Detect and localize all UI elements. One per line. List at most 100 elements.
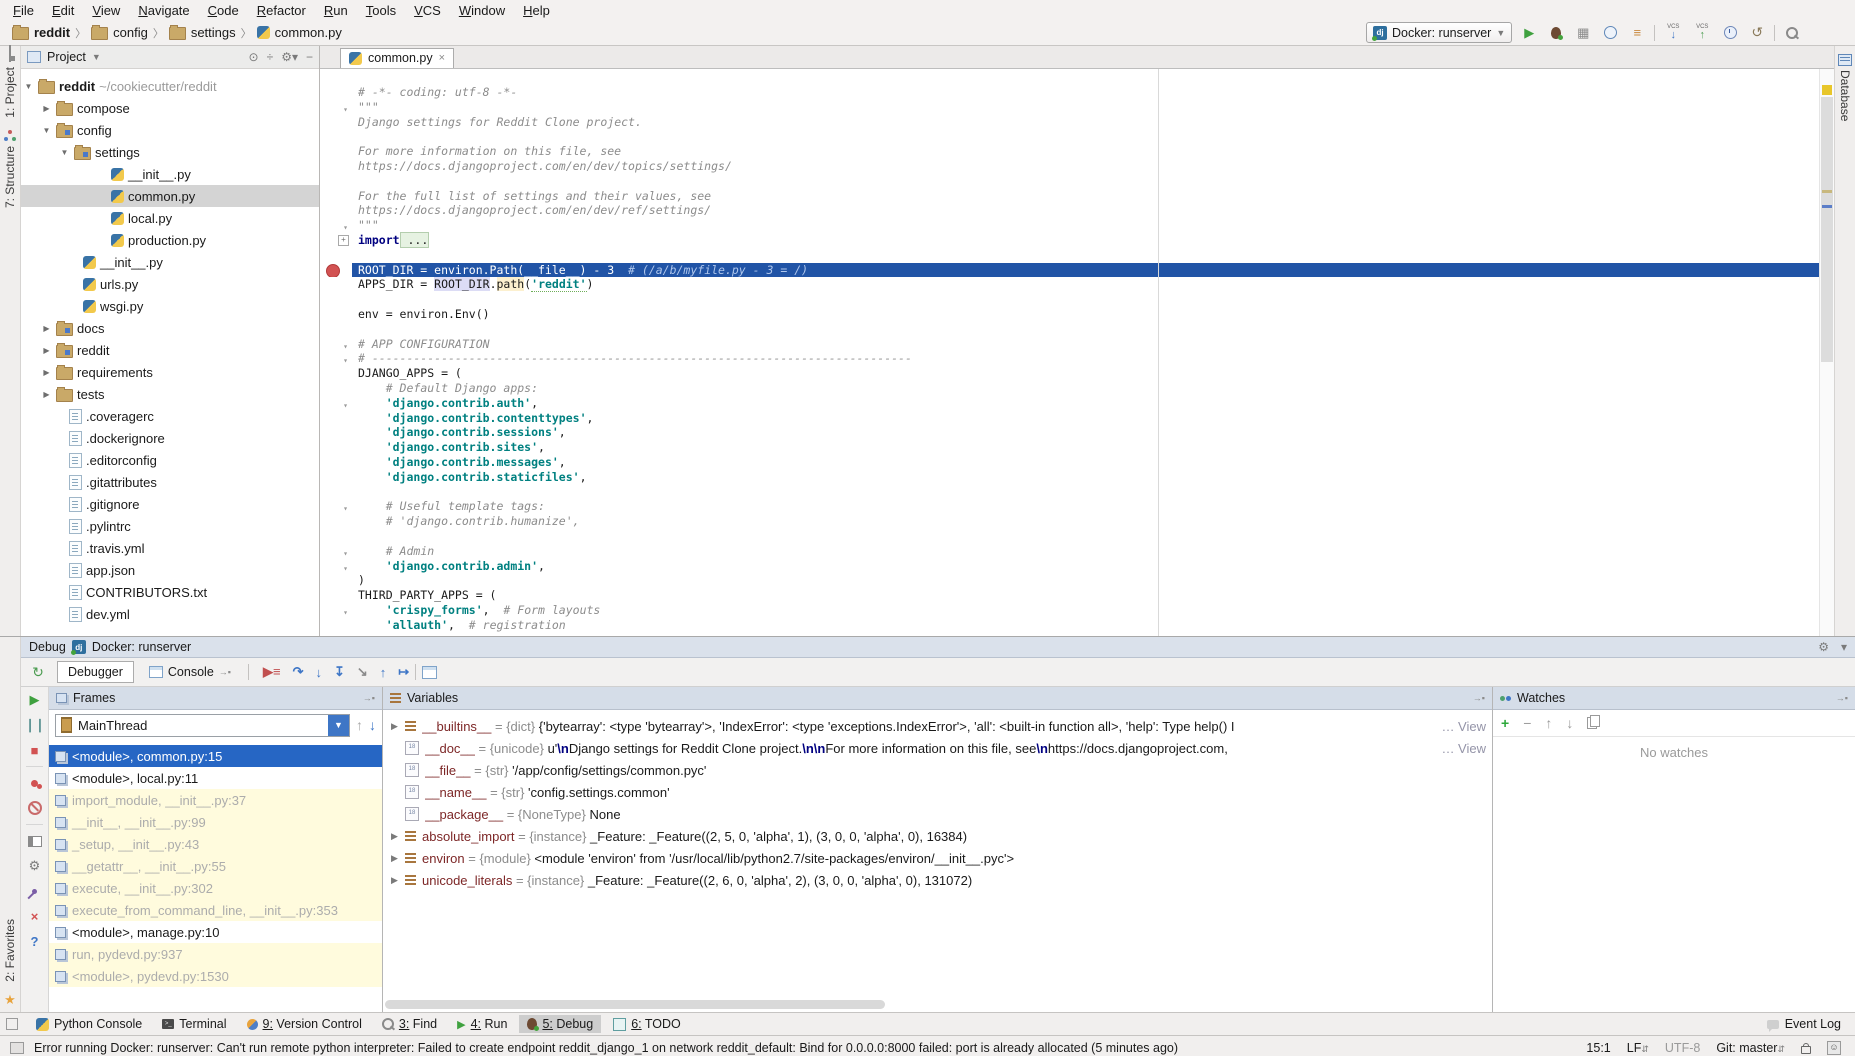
variable-row[interactable]: 18__name__ = {str} 'config.settings.comm… [383, 781, 1492, 803]
menu-vcs[interactable]: VCS [405, 2, 450, 19]
show-execution-point-icon[interactable]: ▶≡ [263, 664, 281, 680]
gutter[interactable] [320, 514, 352, 529]
gutter[interactable] [320, 411, 352, 426]
tree-item-settings[interactable]: ▼settings [21, 141, 319, 163]
tree-item-reddit[interactable]: ▼reddit ~/cookiecutter/reddit [21, 75, 319, 97]
profiler-button[interactable] [1600, 23, 1620, 43]
variable-row[interactable]: ▶absolute_import = {instance} _Feature: … [383, 825, 1492, 847]
tree-item-.gitignore[interactable]: .gitignore [21, 493, 319, 515]
close-icon[interactable]: × [439, 52, 445, 64]
chevron-expanded-icon[interactable]: ▼ [59, 148, 70, 157]
tree-item-docs[interactable]: ▶docs [21, 317, 319, 339]
menu-tools[interactable]: Tools [357, 2, 405, 19]
view-link[interactable]: … View [1441, 741, 1492, 756]
pin-tab-icon[interactable] [31, 887, 38, 894]
gutter[interactable] [320, 292, 352, 307]
help-icon[interactable]: ? [31, 932, 39, 950]
frame-row[interactable]: run, pydevd.py:937 [49, 943, 382, 965]
force-step-into-icon[interactable]: ↘ [357, 664, 368, 680]
chevron-expanded-icon[interactable]: ▼ [23, 82, 34, 91]
menu-code[interactable]: Code [199, 2, 248, 19]
frame-row[interactable]: execute_from_command_line, __init__.py:3… [49, 899, 382, 921]
gutter[interactable]: ▾ [320, 351, 352, 366]
run-to-cursor-icon[interactable]: ↦ [398, 664, 409, 680]
toolwindow-button-6-todo[interactable]: 6: TODO [605, 1015, 689, 1033]
menu-refactor[interactable]: Refactor [248, 2, 315, 19]
frame-row[interactable]: _setup, __init__.py:43 [49, 833, 382, 855]
debug-button[interactable] [1546, 23, 1566, 43]
gutter[interactable] [320, 129, 352, 144]
chevron-collapsed-icon[interactable]: ▶ [41, 346, 52, 355]
toolwindow-button-python-console[interactable]: Python Console [28, 1015, 150, 1033]
tree-item-tests[interactable]: ▶tests [21, 383, 319, 405]
tree-item-app.json[interactable]: app.json [21, 559, 319, 581]
tree-item-.coveragerc[interactable]: .coveragerc [21, 405, 319, 427]
gutter[interactable] [320, 381, 352, 396]
gutter[interactable]: ▾ [320, 218, 352, 233]
tree-item-requirements[interactable]: ▶requirements [21, 361, 319, 383]
gutter[interactable] [320, 248, 352, 263]
gutter[interactable]: ▾ [320, 337, 352, 352]
gutter[interactable] [320, 440, 352, 455]
breakpoint-icon[interactable] [326, 264, 340, 278]
tree-item-.dockerignore[interactable]: .dockerignore [21, 427, 319, 449]
settings-gear-icon[interactable]: ⚙▾ [281, 50, 298, 64]
settings-gear-icon[interactable]: ⚙ [29, 857, 41, 875]
frame-row[interactable]: <module>, manage.py:10 [49, 921, 382, 943]
tree-item-.editorconfig[interactable]: .editorconfig [21, 449, 319, 471]
variable-row[interactable]: 18__file__ = {str} '/app/config/settings… [383, 759, 1492, 781]
editor[interactable]: common.py × # -*- coding: utf-8 -*-▾"""D… [320, 46, 1834, 636]
menu-edit[interactable]: Edit [43, 2, 83, 19]
variable-row[interactable]: ▶__builtins__ = {dict} {'bytearray': <ty… [383, 715, 1492, 737]
move-watch-up-icon[interactable]: ↑ [1545, 715, 1552, 731]
tree-item-config[interactable]: ▼config [21, 119, 319, 141]
run-configuration-select[interactable]: dj Docker: runserver ▼ [1366, 22, 1512, 43]
gutter[interactable] [320, 322, 352, 337]
frame-row[interactable]: <module>, pydevd.py:1530 [49, 965, 382, 987]
chevron-collapsed-icon[interactable]: ▶ [41, 324, 52, 333]
pause-icon[interactable]: ❘❘ [25, 716, 45, 734]
gutter[interactable] [320, 277, 352, 292]
menu-view[interactable]: View [83, 2, 129, 19]
rerun-icon[interactable]: ↻ [25, 664, 51, 681]
collapse-all-icon[interactable]: ÷ [267, 50, 274, 64]
breadcrumb-item-config[interactable]: config [91, 25, 148, 40]
sidebar-item-project[interactable]: 1: Project [3, 67, 17, 118]
tree-item-__init__.py[interactable]: __init__.py [21, 163, 319, 185]
view-breakpoints-icon[interactable] [31, 780, 38, 787]
gutter[interactable] [320, 203, 352, 218]
toolwindow-button-5-debug[interactable]: 5: Debug [519, 1015, 601, 1033]
chevron-expanded-icon[interactable]: ▼ [41, 126, 52, 135]
variable-row[interactable]: ▶unicode_literals = {instance} _Feature:… [383, 869, 1492, 891]
stop-icon[interactable]: ■ [31, 741, 39, 759]
tree-item-dev.yml[interactable]: dev.yml [21, 603, 319, 625]
toolwindow-button-terminal[interactable]: >_Terminal [154, 1015, 234, 1033]
step-into-my-code-icon[interactable]: ↧ [334, 664, 345, 680]
restore-layout-icon[interactable] [28, 836, 42, 847]
sidebar-item-database[interactable]: Database [1838, 70, 1852, 121]
frame-row[interactable]: execute, __init__.py:302 [49, 877, 382, 899]
database-icon[interactable] [1838, 54, 1852, 66]
tree-item-urls.py[interactable]: urls.py [21, 273, 319, 295]
gutter[interactable] [320, 588, 352, 603]
toolwindow-button-4-run[interactable]: ▶4: Run [449, 1015, 515, 1033]
gutter[interactable] [320, 425, 352, 440]
run-button[interactable]: ▶ [1519, 23, 1539, 43]
gutter[interactable] [320, 485, 352, 500]
step-out-icon[interactable]: ↑ [380, 665, 387, 680]
tree-item-local.py[interactable]: local.py [21, 207, 319, 229]
gutter[interactable] [320, 470, 352, 485]
frame-row[interactable]: <module>, local.py:11 [49, 767, 382, 789]
sidebar-item-favorites[interactable]: 2: Favorites [3, 919, 17, 982]
add-watch-icon[interactable]: + [1501, 715, 1509, 731]
tree-item-.pylintrc[interactable]: .pylintrc [21, 515, 319, 537]
gutter[interactable] [320, 115, 352, 130]
breadcrumb-item-settings[interactable]: settings [169, 25, 236, 40]
toolwindow-button-3-find[interactable]: 3: Find [374, 1015, 445, 1033]
tab-console[interactable]: Console→▪ [138, 661, 242, 683]
tree-item-common.py[interactable]: common.py [21, 185, 319, 207]
dock-icon[interactable]: →▪ [1836, 693, 1848, 703]
breadcrumb-item-common.py[interactable]: common.py [257, 25, 342, 40]
variable-row[interactable]: 18__package__ = {NoneType} None [383, 803, 1492, 825]
next-frame-icon[interactable]: ↓ [369, 717, 376, 733]
